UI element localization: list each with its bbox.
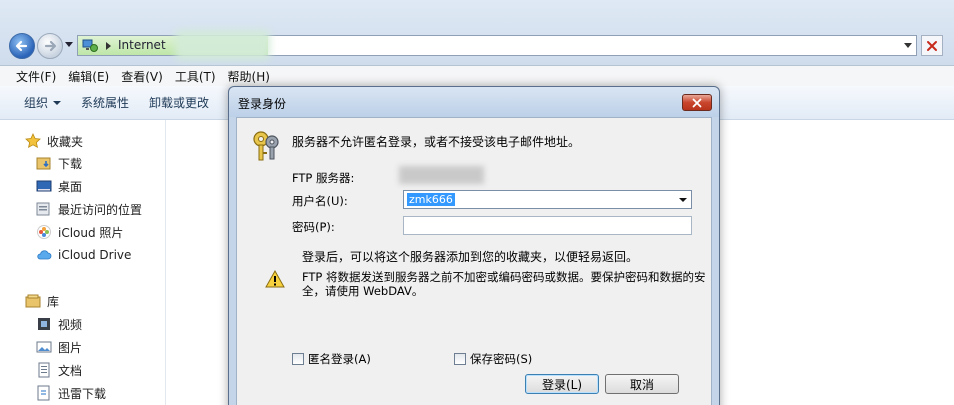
dialog-close-button[interactable] <box>682 94 712 111</box>
breadcrumb-arrow-icon[interactable] <box>106 42 111 50</box>
sidebar-item-libraries[interactable]: 库 <box>25 291 59 311</box>
sidebar-item-videos[interactable]: 视频 <box>36 314 82 334</box>
dialog-titlebar[interactable]: 登录身份 <box>229 87 719 117</box>
ftp-server-value-redacted <box>399 166 484 184</box>
dialog-message: 服务器不允许匿名登录，或者不接受该电子邮件地址。 <box>292 135 581 149</box>
icloud-photos-icon <box>37 225 51 239</box>
keys-icon <box>253 131 279 161</box>
dialog-title: 登录身份 <box>238 97 287 111</box>
password-input[interactable] <box>403 216 692 235</box>
close-icon <box>692 98 702 107</box>
documents-icon <box>38 362 50 378</box>
username-label: 用户名(U): <box>292 194 348 208</box>
stop-icon <box>927 40 937 51</box>
sidebar-item-icloud-photos[interactable]: iCloud 照片 <box>36 222 123 242</box>
navigation-pane: 收藏夹 下载 桌面 最近访问的位置 iCloud 照片 iCloud Drive… <box>0 120 166 405</box>
menu-tools[interactable]: 工具(T) <box>169 68 222 85</box>
menu-help[interactable]: 帮助(H) <box>222 68 276 85</box>
dialog-body: 服务器不允许匿名登录，或者不接受该电子邮件地址。 FTP 服务器: 用户名(U)… <box>236 117 712 405</box>
anonymous-login-checkbox[interactable]: 匿名登录(A) <box>292 351 371 367</box>
recent-places-icon <box>36 202 50 216</box>
menu-view[interactable]: 查看(V) <box>115 68 169 85</box>
uninstall-button[interactable]: 卸载或更改 <box>139 94 219 111</box>
downloads-folder-icon <box>36 157 51 170</box>
login-dialog: 登录身份 服务器不允许匿名登录，或者不接受该电子邮件地址。 FTP 服务器: 用… <box>228 86 720 405</box>
star-icon <box>25 133 41 148</box>
organize-button[interactable]: 组织 <box>14 94 71 111</box>
save-password-checkbox[interactable]: 保存密码(S) <box>454 351 532 367</box>
menu-file[interactable]: 文件(F) <box>10 68 62 85</box>
xunlei-folder-icon <box>37 385 50 401</box>
cancel-button[interactable]: 取消 <box>605 374 679 394</box>
login-note: 登录后，可以将这个服务器添加到您的收藏夹，以便轻易返回。 <box>302 250 639 264</box>
video-icon <box>38 318 50 330</box>
checkbox-box[interactable] <box>454 353 466 365</box>
address-dropdown-icon[interactable] <box>904 43 912 48</box>
checkbox-box[interactable] <box>292 353 304 365</box>
recent-pages-dropdown[interactable] <box>65 42 73 47</box>
login-button[interactable]: 登录(L) <box>525 374 599 394</box>
back-button[interactable] <box>9 33 35 59</box>
icloud-drive-icon <box>37 250 52 260</box>
sidebar-item-downloads[interactable]: 下载 <box>36 153 82 173</box>
forward-button[interactable] <box>37 33 63 59</box>
sidebar-item-recent-places[interactable]: 最近访问的位置 <box>36 199 142 219</box>
security-warning: FTP 将数据发送到服务器之前不加密或编码密码或数据。要保护密码和数据的安全，请… <box>302 270 706 298</box>
pictures-icon <box>36 341 52 353</box>
network-icon <box>82 39 98 52</box>
username-combobox[interactable]: zmk666 <box>403 190 692 209</box>
menu-edit[interactable]: 编辑(E) <box>62 68 115 85</box>
system-properties-button[interactable]: 系统属性 <box>71 94 139 111</box>
username-value[interactable]: zmk666 <box>407 193 455 206</box>
desktop-icon <box>36 180 52 192</box>
ftp-server-label: FTP 服务器: <box>292 171 355 185</box>
chevron-down-icon <box>53 100 62 105</box>
sidebar-item-favorites[interactable]: 收藏夹 <box>25 131 83 151</box>
sidebar-item-documents[interactable]: 文档 <box>36 360 82 380</box>
warning-icon <box>265 270 285 288</box>
address-location[interactable]: Internet <box>118 38 166 52</box>
sidebar-item-desktop[interactable]: 桌面 <box>36 176 82 196</box>
stop-button[interactable] <box>921 35 943 56</box>
chevron-down-icon[interactable] <box>679 198 687 202</box>
navigation-bar: Internet <box>0 0 954 66</box>
forward-arrow-icon <box>44 40 57 52</box>
sidebar-item-pictures[interactable]: 图片 <box>36 337 82 357</box>
libraries-icon <box>25 294 41 308</box>
sidebar-item-icloud-drive[interactable]: iCloud Drive <box>36 245 131 265</box>
sidebar-item-xunlei-downloads[interactable]: 迅雷下载 <box>36 383 106 403</box>
menu-bar: 文件(F) 编辑(E) 查看(V) 工具(T) 帮助(H) <box>0 66 954 86</box>
password-label: 密码(P): <box>292 220 335 234</box>
back-arrow-icon <box>15 40 28 52</box>
